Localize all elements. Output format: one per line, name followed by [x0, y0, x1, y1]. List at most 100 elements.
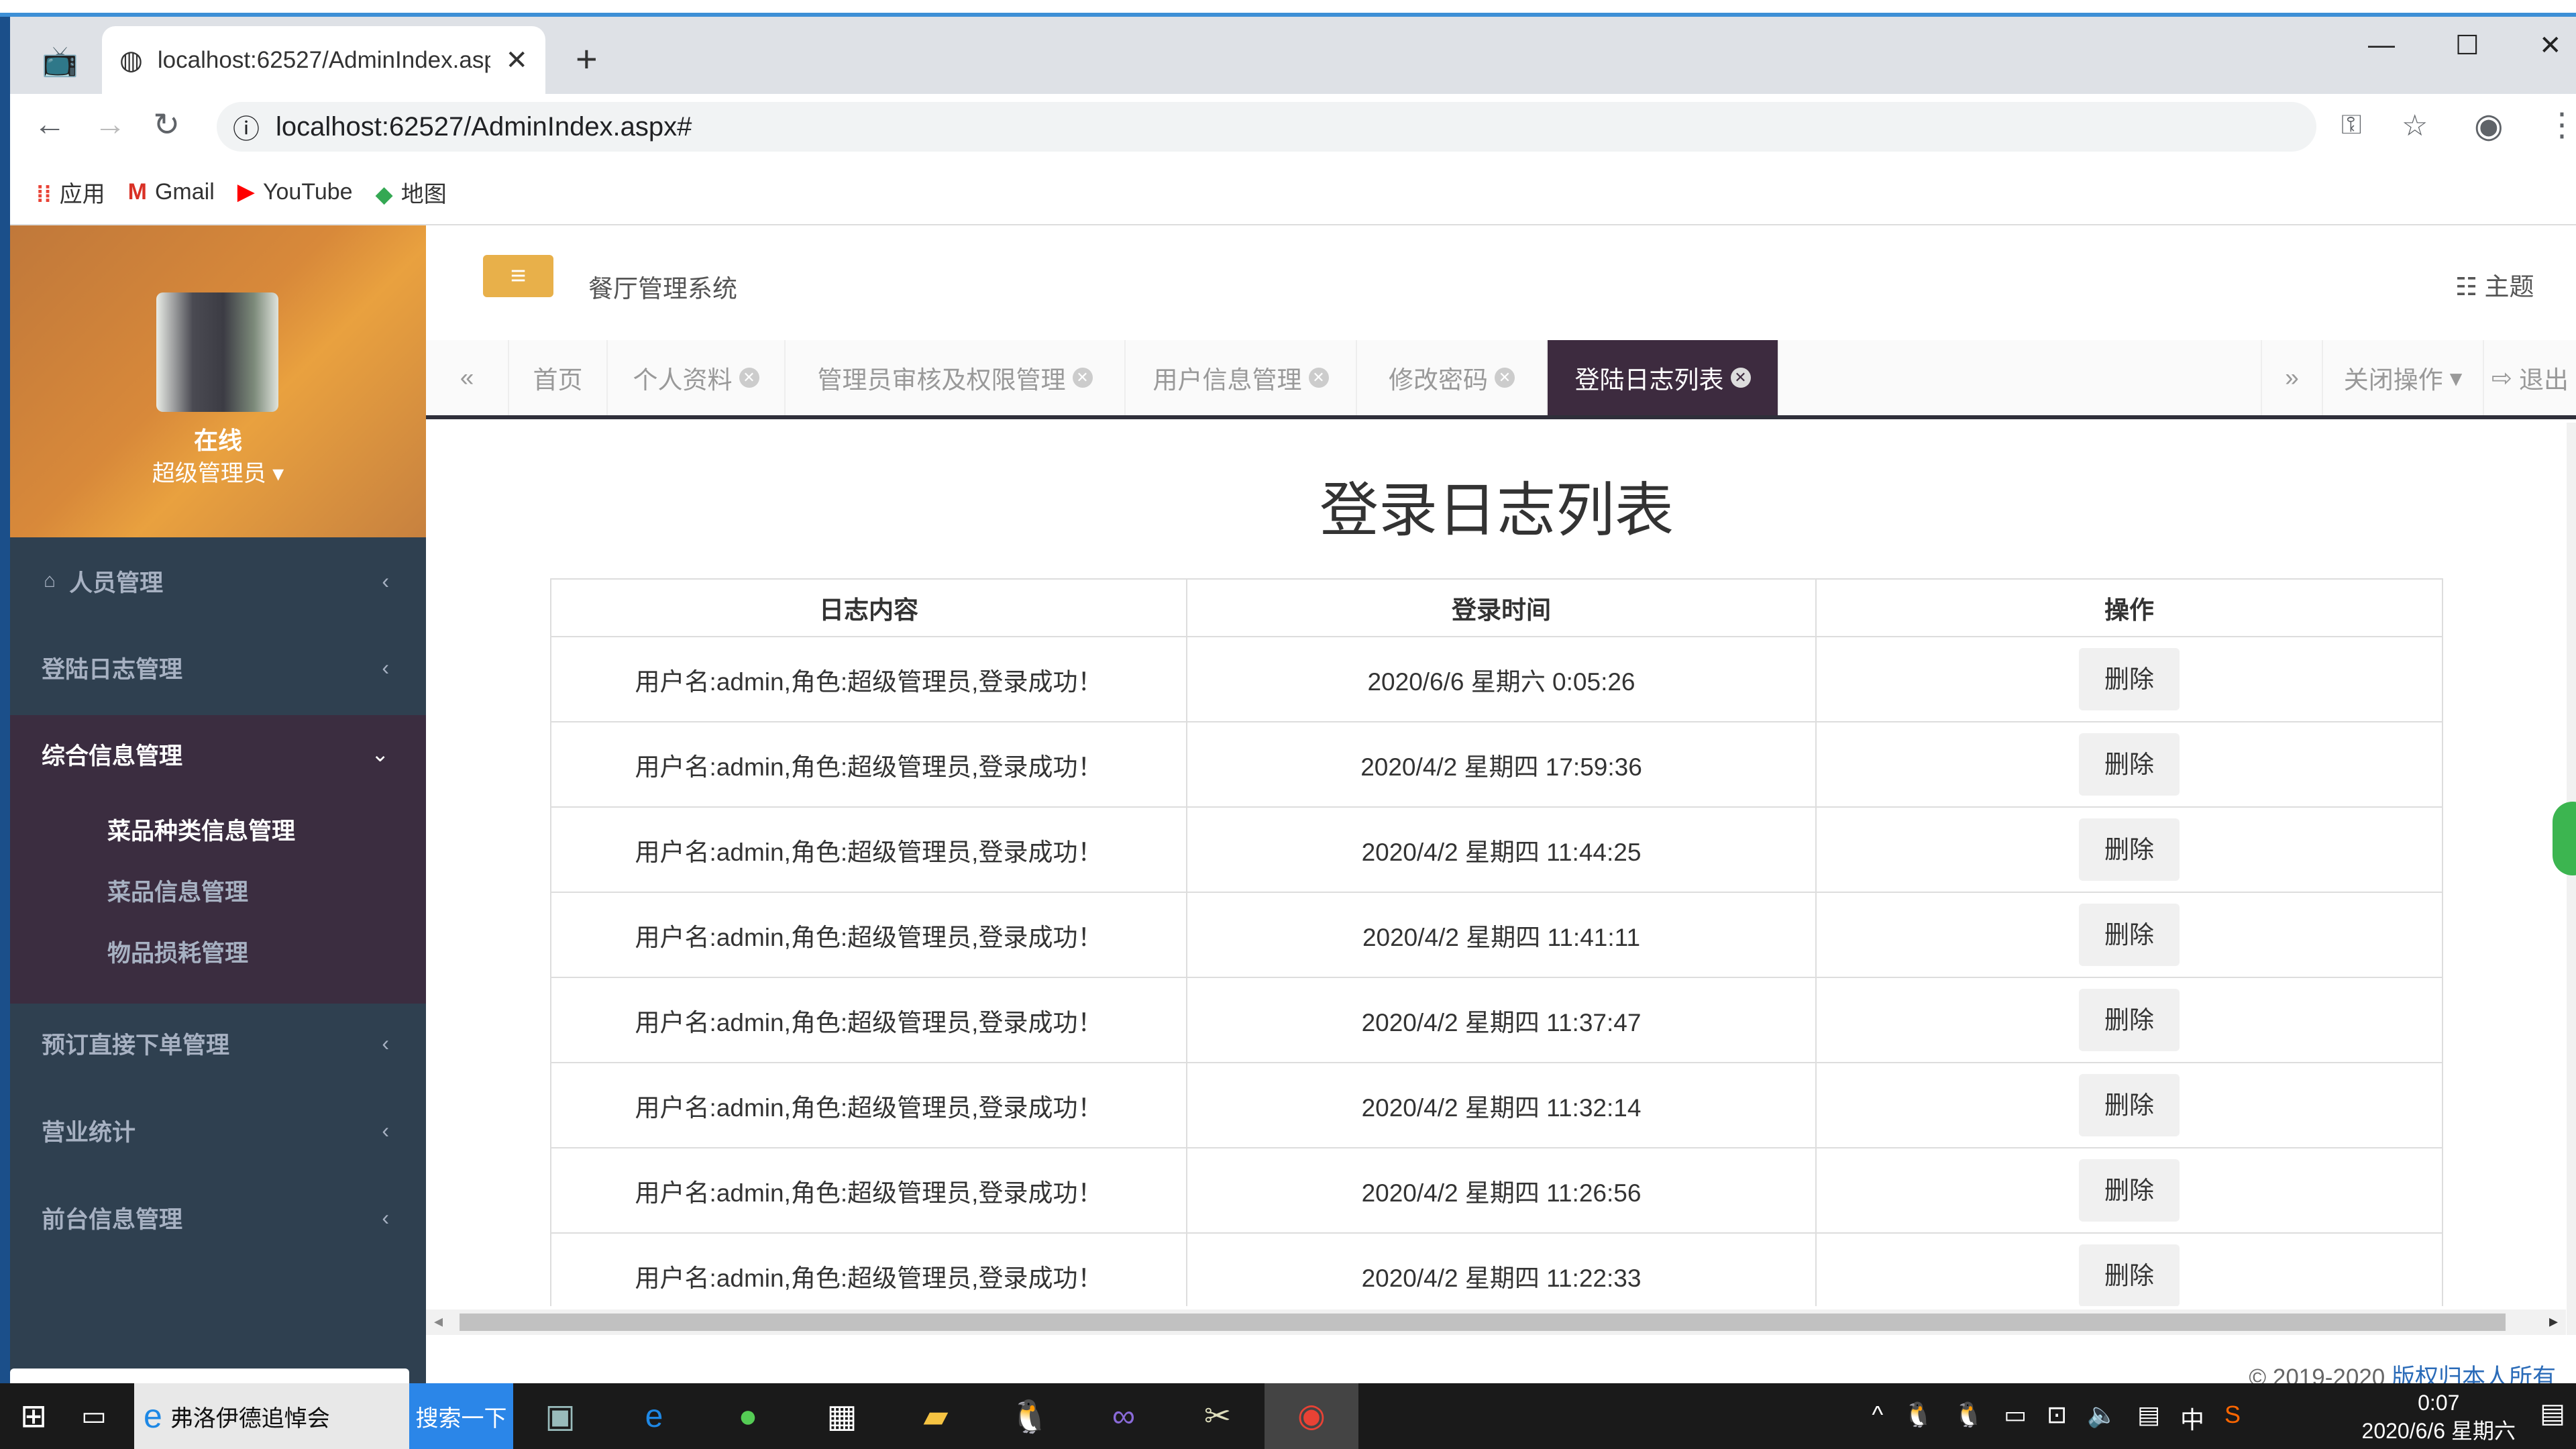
- close-tab-icon[interactable]: ✕: [1308, 368, 1329, 388]
- forward-icon[interactable]: →: [94, 106, 126, 143]
- menu-dots-icon[interactable]: ⋮: [2546, 106, 2576, 144]
- submenu-item-loss[interactable]: 物品损耗管理: [107, 934, 248, 969]
- close-tab-icon[interactable]: ✕: [1495, 368, 1515, 388]
- floating-widget[interactable]: [2553, 802, 2576, 875]
- scroll-right-arrow-icon[interactable]: ▸: [2549, 1311, 2558, 1332]
- close-tab-icon[interactable]: ✕: [505, 45, 528, 76]
- new-tab-button[interactable]: +: [576, 37, 598, 80]
- ie-icon: e: [144, 1397, 162, 1435]
- browser-360-icon[interactable]: ●: [701, 1398, 795, 1435]
- menu-personnel[interactable]: ⌂ 人员管理 ‹: [10, 537, 426, 625]
- bookmark-maps[interactable]: ◆ 地图: [376, 176, 447, 209]
- login-time: 2020/4/2 星期四 11:44:25: [1186, 806, 1817, 893]
- vertical-scrollbar[interactable]: [2567, 423, 2576, 1335]
- scroll-tabs-left-button[interactable]: «: [426, 340, 509, 415]
- close-tab-icon[interactable]: ✕: [1072, 368, 1093, 388]
- bookmark-gmail[interactable]: M Gmail: [128, 179, 215, 205]
- menu-reservation[interactable]: 预订直接下单管理 ‹: [10, 1000, 426, 1087]
- account-icon[interactable]: ◉: [2474, 106, 2504, 145]
- youtube-icon: ▶: [237, 179, 255, 205]
- submenu-dish-category[interactable]: 菜品种类信息管理: [107, 812, 295, 847]
- ime-indicator[interactable]: 中: [2180, 1401, 2204, 1436]
- qq-tray-icon[interactable]: 🐧: [1953, 1401, 1984, 1436]
- delete-button[interactable]: 删除: [2079, 989, 2180, 1051]
- qq-icon[interactable]: 🐧: [983, 1397, 1077, 1436]
- task-view-icon[interactable]: ▭: [67, 1401, 121, 1432]
- scroll-left-arrow-icon[interactable]: ◂: [434, 1311, 443, 1332]
- log-content: 用户名:admin,角色:超级管理员,登录成功！: [550, 1232, 1187, 1306]
- back-icon[interactable]: ←: [34, 106, 66, 143]
- url-input[interactable]: ⓘ localhost:62527/AdminIndex.aspx#: [217, 102, 2316, 152]
- table-row: 用户名:admin,角色:超级管理员,登录成功！ 2020/4/2 星期四 11…: [550, 977, 2443, 1063]
- chevron-down-icon: ⌄: [371, 742, 389, 766]
- tray-expand-icon[interactable]: ^: [1872, 1401, 1883, 1436]
- role-dropdown[interactable]: 超级管理员 ▾: [10, 455, 426, 488]
- action-center-icon[interactable]: ▤: [2540, 1398, 2565, 1429]
- volume-icon[interactable]: 🔈: [2087, 1401, 2117, 1436]
- horizontal-scrollbar[interactable]: ◂ ▸: [426, 1309, 2566, 1335]
- maximize-button[interactable]: ☐: [2455, 30, 2479, 61]
- edge-icon[interactable]: e: [607, 1398, 701, 1435]
- sogou-icon[interactable]: S: [2224, 1401, 2241, 1436]
- delete-button[interactable]: 删除: [2079, 648, 2180, 710]
- chevron-left-icon: ‹: [382, 1118, 389, 1142]
- tab-user-info[interactable]: 用户信息管理 ✕: [1126, 340, 1357, 415]
- minimize-button[interactable]: —: [2368, 30, 2395, 60]
- desktop-edge: [0, 17, 10, 1383]
- address-bar-row: ← → ↻ ⓘ localhost:62527/AdminIndex.aspx#…: [0, 94, 2576, 160]
- tab-admin-audit[interactable]: 管理员审核及权限管理 ✕: [786, 340, 1126, 415]
- profile-header: 在线 超级管理员 ▾: [10, 225, 426, 537]
- menu-statistics[interactable]: 营业统计 ‹: [10, 1087, 426, 1174]
- menu-frontdesk[interactable]: 前台信息管理 ‹: [10, 1174, 426, 1261]
- menu-toggle-button[interactable]: ≡: [483, 255, 553, 297]
- bookmark-youtube[interactable]: ▶ YouTube: [237, 178, 353, 205]
- taskbar: ⊞ ▭ e 弗洛伊德追悼会 搜索一下 ▣ e ● ▦ ▰ 🐧 ∞ ✂ ◉ ^ 🐧 …: [0, 1383, 2576, 1449]
- log-content: 用户名:admin,角色:超级管理员,登录成功！: [550, 977, 1187, 1063]
- chrome-icon[interactable]: ◉: [1265, 1383, 1358, 1449]
- key-icon[interactable]: ⚿: [2341, 110, 2361, 140]
- menu-login-log[interactable]: 登陆日志管理 ‹: [10, 624, 426, 711]
- delete-button[interactable]: 删除: [2079, 1244, 2180, 1306]
- star-icon[interactable]: ☆: [2402, 109, 2428, 143]
- content-tab-bar: « 首页 个人资料 ✕ 管理员审核及权限管理 ✕ 用户信息管理 ✕ 修改密码 ✕ 登陆日…: [426, 340, 2576, 419]
- tab-login-log[interactable]: 登陆日志列表 ✕: [1548, 340, 1779, 415]
- menu-general-info[interactable]: 综合信息管理 ⌄: [10, 710, 426, 798]
- visual-studio-icon[interactable]: ∞: [1077, 1398, 1171, 1435]
- submenu-dish-info[interactable]: 菜品信息管理: [107, 873, 248, 908]
- scroll-tabs-right-button[interactable]: »: [2261, 340, 2323, 415]
- close-tab-icon[interactable]: ✕: [1730, 368, 1751, 388]
- battery-icon[interactable]: ▭: [2004, 1401, 2027, 1436]
- bookmark-apps[interactable]: ⁞⁞ 应用: [36, 176, 105, 209]
- delete-button[interactable]: 删除: [2079, 818, 2180, 881]
- delete-button[interactable]: 删除: [2079, 1074, 2180, 1136]
- tools-icon[interactable]: ✂: [1171, 1397, 1265, 1435]
- tab-change-password[interactable]: 修改密码 ✕: [1357, 340, 1548, 415]
- globe-icon: ◍: [119, 45, 143, 75]
- tab-home[interactable]: 首页: [509, 340, 608, 415]
- app-icon[interactable]: ▣: [513, 1397, 607, 1435]
- delete-button[interactable]: 删除: [2079, 904, 2180, 966]
- file-explorer-icon[interactable]: ▰: [889, 1397, 983, 1435]
- network-icon[interactable]: ⊡: [2047, 1401, 2067, 1436]
- qq-tray-icon[interactable]: 🐧: [1903, 1401, 1933, 1436]
- notification-icon[interactable]: ▤: [2137, 1401, 2160, 1436]
- bilibili-icon[interactable]: 📺: [42, 44, 78, 78]
- browser-tab[interactable]: ◍ localhost:62527/AdminIndex.aspx ✕: [102, 26, 545, 94]
- ie-search-box[interactable]: e 弗洛伊德追悼会: [134, 1383, 409, 1449]
- windows-start-icon[interactable]: ⊞: [0, 1397, 67, 1435]
- search-button[interactable]: 搜索一下: [409, 1383, 513, 1449]
- system-tray: ^ 🐧 🐧 ▭ ⊡ 🔈 ▤ 中 S: [1872, 1401, 2241, 1436]
- reload-icon[interactable]: ↻: [153, 106, 180, 144]
- close-window-button[interactable]: ✕: [2539, 30, 2562, 61]
- delete-button[interactable]: 删除: [2079, 733, 2180, 796]
- url-text: localhost:62527/AdminIndex.aspx#: [276, 111, 692, 142]
- theme-button[interactable]: ☷ 主题: [2455, 266, 2534, 303]
- tab-profile[interactable]: 个人资料 ✕: [608, 340, 786, 415]
- close-operations-dropdown[interactable]: 关闭操作 ▾: [2323, 340, 2484, 415]
- delete-button[interactable]: 删除: [2079, 1159, 2180, 1222]
- logout-button[interactable]: ⇨ 退出: [2484, 340, 2576, 415]
- clock[interactable]: 0:07 2020/6/6 星期六: [2362, 1389, 2516, 1445]
- store-icon[interactable]: ▦: [795, 1397, 889, 1435]
- scrollbar-thumb[interactable]: [460, 1313, 2506, 1331]
- close-tab-icon[interactable]: ✕: [739, 368, 759, 388]
